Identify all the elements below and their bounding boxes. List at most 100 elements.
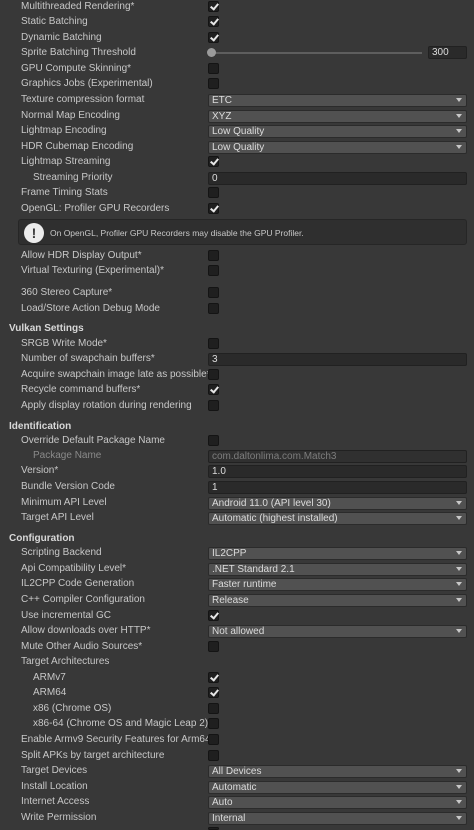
setting-label: SRGB Write Mode* xyxy=(21,338,107,349)
static-batching-checkbox[interactable] xyxy=(208,16,219,27)
chevron-down-icon xyxy=(456,800,462,804)
dropdown-value: Low Quality xyxy=(212,142,265,153)
virtual-texturing-checkbox[interactable] xyxy=(208,265,219,276)
split-apks-checkbox[interactable] xyxy=(208,750,219,761)
armv9-security-checkbox[interactable] xyxy=(208,734,219,745)
hdr-cubemap-encoding-dropdown[interactable]: Low Quality xyxy=(208,141,467,154)
360-stereo-capture-checkbox[interactable] xyxy=(208,287,219,298)
chevron-down-icon xyxy=(456,629,462,633)
mute-other-audio-checkbox[interactable] xyxy=(208,641,219,652)
setting-label: Minimum API Level xyxy=(21,497,107,508)
chevron-down-icon xyxy=(456,769,462,773)
il2cpp-code-generation-dropdown[interactable]: Faster runtime xyxy=(208,578,467,591)
setting-label: Frame Timing Stats xyxy=(21,187,108,198)
streaming-priority-field[interactable]: 0 xyxy=(208,172,467,185)
incremental-gc-checkbox[interactable] xyxy=(208,610,219,621)
setting-label: Multithreaded Rendering* xyxy=(21,1,135,12)
chevron-down-icon xyxy=(456,582,462,586)
setting-label: C++ Compiler Configuration xyxy=(21,594,145,605)
write-permission-dropdown[interactable]: Internal xyxy=(208,812,467,825)
setting-label: Api Compatibility Level* xyxy=(21,563,127,574)
chevron-down-icon xyxy=(456,567,462,571)
setting-label: Dynamic Batching xyxy=(21,32,102,43)
gpu-compute-skinning-checkbox[interactable] xyxy=(208,63,219,74)
chevron-down-icon xyxy=(456,129,462,133)
dropdown-value: .NET Standard 2.1 xyxy=(212,564,295,575)
multithreaded-rendering-checkbox[interactable] xyxy=(208,1,219,12)
version-field[interactable]: 1.0 xyxy=(208,465,467,478)
setting-label: Bundle Version Code xyxy=(21,481,115,492)
texture-compression-dropdown[interactable]: ETC xyxy=(208,94,467,107)
allow-downloads-http-dropdown[interactable]: Not allowed xyxy=(208,625,467,638)
setting-label: Allow HDR Display Output* xyxy=(21,250,142,261)
setting-label: Write Permission xyxy=(21,812,97,823)
srgb-write-mode-checkbox[interactable] xyxy=(208,338,219,349)
setting-label: Texture compression format xyxy=(21,94,145,105)
internet-access-dropdown[interactable]: Auto xyxy=(208,796,467,809)
dropdown-value: All Devices xyxy=(212,766,262,777)
install-location-dropdown[interactable]: Automatic xyxy=(208,781,467,794)
minimum-api-level-dropdown[interactable]: Android 11.0 (API level 30) xyxy=(208,497,467,510)
lightmap-encoding-dropdown[interactable]: Low Quality xyxy=(208,125,467,138)
setting-label: Override Default Package Name xyxy=(21,435,165,446)
chevron-down-icon xyxy=(456,114,462,118)
x86-64-checkbox[interactable] xyxy=(208,718,219,729)
graphics-jobs-checkbox[interactable] xyxy=(208,78,219,89)
dropdown-value: Automatic (highest installed) xyxy=(212,513,338,524)
setting-label: Lightmap Encoding xyxy=(21,125,107,136)
setting-label: Package Name xyxy=(33,450,102,461)
dynamic-batching-checkbox[interactable] xyxy=(208,32,219,43)
setting-label: Load/Store Action Debug Mode xyxy=(21,303,160,314)
opengl-profiler-checkbox[interactable] xyxy=(208,203,219,214)
bundle-version-code-field[interactable]: 1 xyxy=(208,481,467,494)
sprite-batching-slider-track[interactable] xyxy=(211,52,422,54)
sprite-batching-slider-handle[interactable] xyxy=(207,48,216,57)
display-rotation-checkbox[interactable] xyxy=(208,400,219,411)
setting-label: Normal Map Encoding xyxy=(21,110,120,121)
dropdown-value: Internal xyxy=(212,813,246,824)
dropdown-value: Automatic xyxy=(212,782,257,793)
setting-label: Lightmap Streaming xyxy=(21,156,111,167)
setting-label: Use incremental GC xyxy=(21,610,112,621)
arm64-checkbox[interactable] xyxy=(208,687,219,698)
setting-label: Streaming Priority xyxy=(33,172,113,183)
chevron-down-icon xyxy=(456,816,462,820)
scripting-backend-dropdown[interactable]: IL2CPP xyxy=(208,547,467,560)
setting-label: Mute Other Audio Sources* xyxy=(21,641,143,652)
info-icon: ! xyxy=(24,223,44,243)
sprite-batching-value-field[interactable]: 300 xyxy=(428,46,467,59)
dropdown-value: Not allowed xyxy=(212,626,265,637)
dropdown-value: IL2CPP xyxy=(212,548,247,559)
setting-label: Split APKs by target architecture xyxy=(21,750,165,761)
setting-label: ARM64 xyxy=(33,687,67,698)
setting-label: ARMv7 xyxy=(33,672,66,683)
setting-label: GPU Compute Skinning* xyxy=(21,63,132,74)
lightmap-streaming-checkbox[interactable] xyxy=(208,156,219,167)
chevron-down-icon xyxy=(456,98,462,102)
setting-label: x86 (Chrome OS) xyxy=(33,703,112,714)
load-store-debug-checkbox[interactable] xyxy=(208,303,219,314)
allow-hdr-display-checkbox[interactable] xyxy=(208,250,219,261)
chevron-down-icon xyxy=(456,551,462,555)
setting-label: Apply display rotation during rendering xyxy=(21,400,192,411)
setting-label: HDR Cubemap Encoding xyxy=(21,141,134,152)
override-package-name-checkbox[interactable] xyxy=(208,435,219,446)
frame-timing-stats-checkbox[interactable] xyxy=(208,187,219,198)
target-api-level-dropdown[interactable]: Automatic (highest installed) xyxy=(208,512,467,525)
target-devices-dropdown[interactable]: All Devices xyxy=(208,765,467,778)
api-compatibility-dropdown[interactable]: .NET Standard 2.1 xyxy=(208,563,467,576)
cpp-compiler-configuration-dropdown[interactable]: Release xyxy=(208,594,467,607)
recycle-command-buffers-checkbox[interactable] xyxy=(208,384,219,395)
normal-map-encoding-dropdown[interactable]: XYZ xyxy=(208,110,467,123)
setting-label: Version* xyxy=(21,465,59,476)
section-header: Vulkan Settings xyxy=(9,323,84,334)
x86-checkbox[interactable] xyxy=(208,703,219,714)
setting-label: Recycle command buffers* xyxy=(21,384,141,395)
acquire-swapchain-checkbox[interactable] xyxy=(208,369,219,380)
section-header: Identification xyxy=(9,421,72,432)
armv7-checkbox[interactable] xyxy=(208,672,219,683)
setting-label: Number of swapchain buffers* xyxy=(21,353,155,364)
swapchain-buffers-field[interactable]: 3 xyxy=(208,353,467,366)
chevron-down-icon xyxy=(456,598,462,602)
setting-label: Target Devices xyxy=(21,765,88,776)
